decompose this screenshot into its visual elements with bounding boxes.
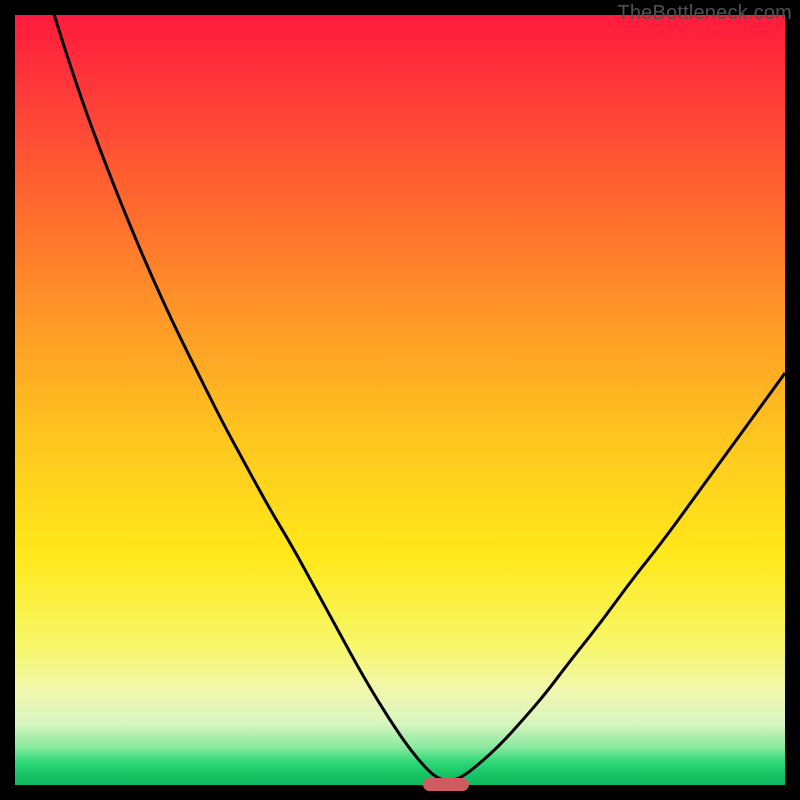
watermark-text: TheBottleneck.com — [617, 2, 792, 25]
bottleneck-curve — [15, 15, 785, 785]
minimum-marker — [423, 778, 469, 791]
plot-area — [15, 15, 785, 785]
curve-line — [15, 15, 785, 780]
chart-frame: TheBottleneck.com — [0, 0, 800, 800]
